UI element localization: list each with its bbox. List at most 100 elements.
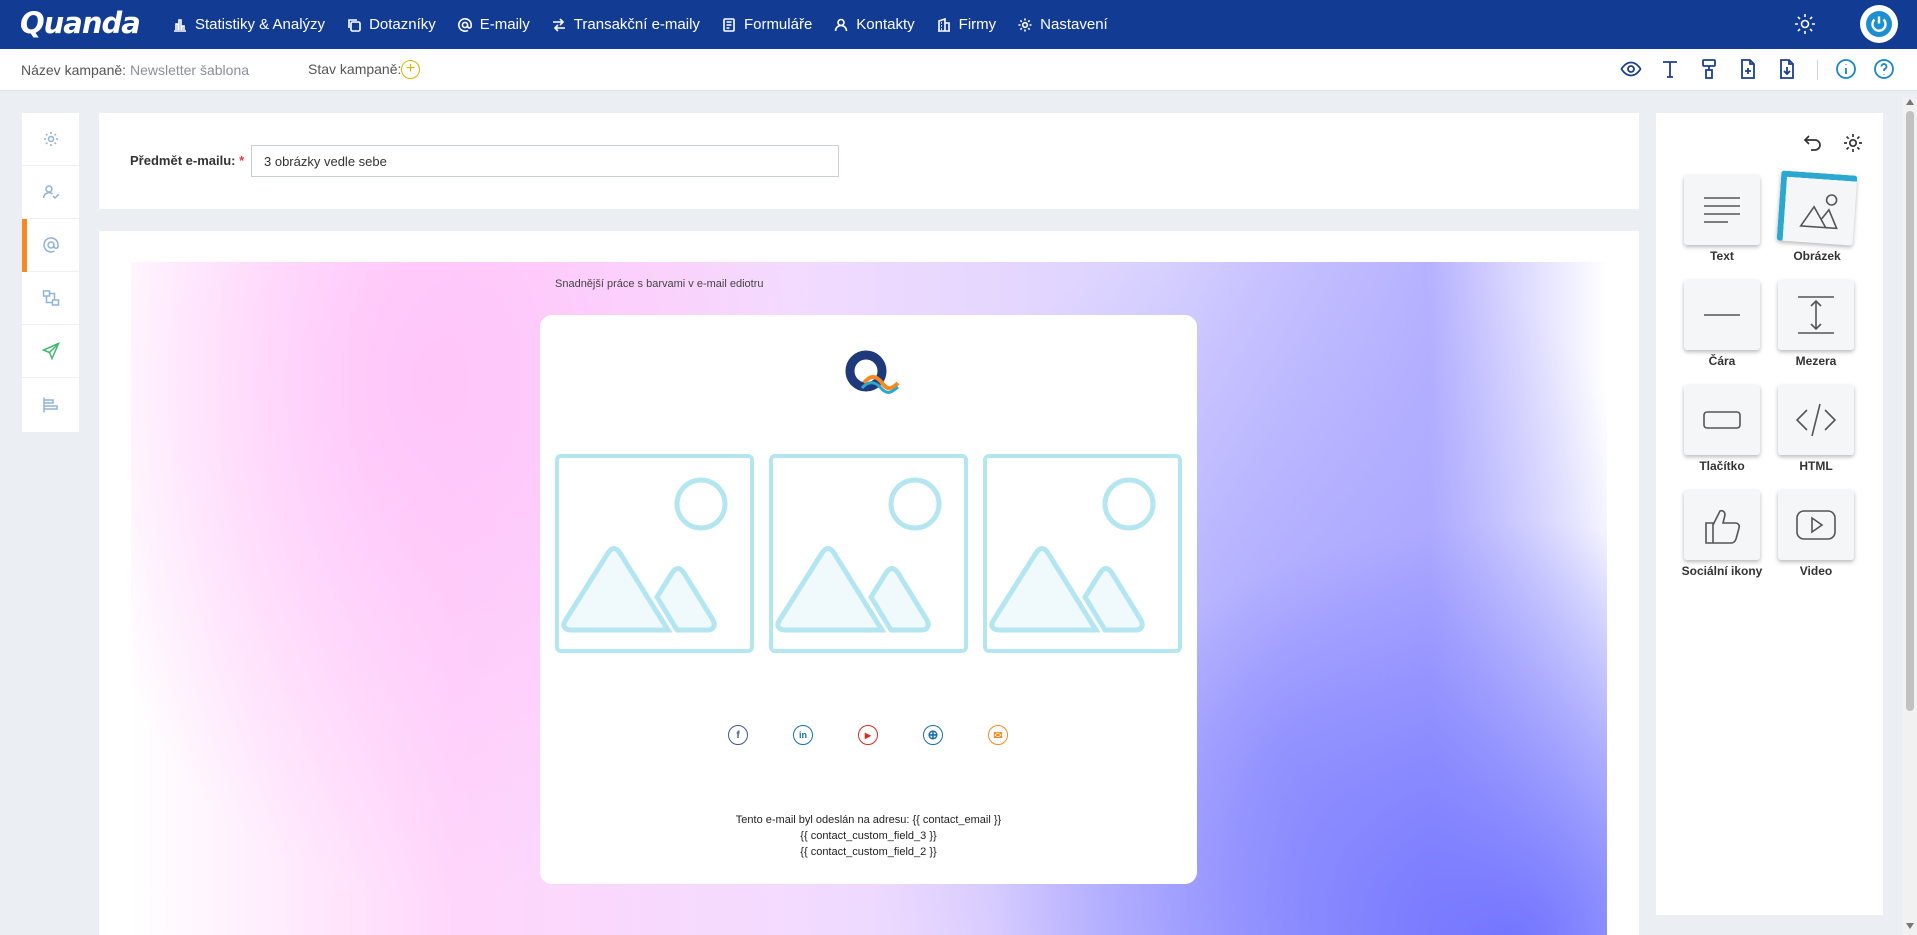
scroll-thumb[interactable] (1906, 111, 1914, 711)
nav-companies[interactable]: Firmy (936, 16, 996, 33)
footer-line[interactable]: {{ contact_custom_field_2 }} (540, 846, 1197, 858)
nav-label: Dotazníky (369, 16, 436, 33)
email-body[interactable]: f in ▶ ⊕ ✉ Tento e-mail byl odeslán na a… (540, 315, 1197, 884)
nav-label: E-maily (479, 16, 530, 33)
image-placeholder-2[interactable] (769, 454, 968, 653)
campaign-name[interactable]: Název kampaně: Newsletter šablona (21, 62, 249, 78)
image-placeholder-3[interactable] (983, 454, 1182, 653)
thumbs-up-icon (1705, 509, 1741, 544)
nav-settings[interactable]: Nastavení (1017, 16, 1108, 33)
required-mark: * (239, 153, 245, 168)
nav-surveys[interactable]: Dotazníky (346, 16, 436, 33)
nav-label: Nastavení (1040, 16, 1108, 33)
image-icon (775, 477, 942, 633)
block-html[interactable] (1778, 385, 1854, 455)
subject-input[interactable] (251, 145, 839, 177)
copy-icon (348, 18, 361, 32)
step-email-content[interactable] (22, 219, 79, 272)
step-recipients[interactable] (22, 166, 79, 219)
align-icon (42, 397, 58, 412)
campaign-name-label: Název kampaně: (21, 62, 127, 78)
toolbar-divider (1817, 60, 1818, 80)
text-lines-icon (1704, 197, 1740, 223)
nav-transactional-emails[interactable]: Transakční e-maily (551, 16, 700, 33)
block-image[interactable] (1776, 170, 1858, 246)
block-video[interactable] (1778, 490, 1854, 560)
block-spacer[interactable] (1778, 280, 1854, 350)
gear-icon (1795, 14, 1815, 34)
button-icon (1703, 411, 1741, 429)
block-label: Tlačítko (1699, 459, 1745, 473)
video-icon (1796, 510, 1836, 540)
panel-settings-button[interactable] (1842, 132, 1864, 154)
gear-icon (1018, 18, 1032, 31)
nav-emails[interactable]: E-maily (457, 16, 530, 33)
block-label: Video (1799, 564, 1833, 578)
help-icon (1874, 59, 1894, 79)
at-icon (42, 237, 59, 253)
mail-icon[interactable]: ✉ (988, 725, 1008, 745)
block-label: Čára (1708, 354, 1736, 368)
global-settings-button[interactable] (1793, 12, 1817, 36)
content-blocks-panel: Text Obrázek Čára Mezera Tlačítko HTML S… (1656, 113, 1883, 915)
building-icon (937, 17, 950, 32)
nav-label: Kontakty (856, 16, 915, 33)
scroll-up-arrow[interactable] (1906, 99, 1914, 105)
image-placeholder-1[interactable] (555, 454, 754, 653)
block-social-icons[interactable] (1684, 490, 1760, 560)
campaign-status-label: Stav kampaně: (308, 61, 402, 77)
logout-button[interactable] (1860, 5, 1898, 43)
block-label: HTML (1799, 459, 1833, 473)
style-button[interactable] (1698, 58, 1722, 82)
power-icon (1866, 11, 1892, 37)
email-canvas[interactable]: Snadnější práce s barvami v e-mail ediot… (131, 262, 1607, 935)
youtube-icon[interactable]: ▶ (858, 725, 878, 745)
page-scrollbar[interactable] (1903, 97, 1917, 935)
top-navigation: Quanda Statistiky & Analýzy Dotazníky E-… (0, 0, 1917, 49)
export-button[interactable] (1776, 58, 1800, 82)
linkedin-icon[interactable]: in (793, 725, 813, 745)
block-label: Mezera (1795, 354, 1837, 368)
typography-button[interactable] (1659, 58, 1683, 82)
file-download-icon (1780, 59, 1794, 79)
subject-panel: Předmět e-mailu: * (99, 113, 1639, 209)
footer-line[interactable]: {{ contact_custom_field_3 }} (540, 830, 1197, 842)
user-check-icon (42, 185, 60, 200)
image-icon (561, 477, 728, 633)
web-icon[interactable]: ⊕ (923, 725, 943, 745)
preview-button[interactable] (1620, 58, 1644, 82)
block-text[interactable] (1684, 175, 1760, 245)
gear-icon (1844, 134, 1862, 152)
step-report[interactable] (22, 378, 79, 431)
footer-line[interactable]: Tento e-mail byl odeslán na adresu: {{ c… (540, 814, 1197, 826)
step-send[interactable] (22, 325, 79, 378)
scroll-down-arrow[interactable] (1906, 923, 1914, 929)
transfer-icon (552, 17, 565, 32)
app-logo[interactable]: Quanda (20, 6, 141, 40)
step-workflow[interactable] (22, 272, 79, 325)
company-logo[interactable] (838, 349, 902, 397)
preheader-text[interactable]: Snadnější práce s barvami v e-mail ediot… (555, 278, 763, 290)
workflow-icon (42, 290, 59, 306)
info-button[interactable] (1835, 58, 1859, 82)
email-editor-panel: Snadnější práce s barvami v e-mail ediot… (99, 231, 1639, 935)
nav-forms[interactable]: Formuláře (721, 16, 812, 33)
block-line[interactable] (1684, 280, 1760, 350)
nav-statistics[interactable]: Statistiky & Analýzy (172, 16, 325, 33)
nav-label: Transakční e-maily (573, 16, 700, 33)
new-document-button[interactable] (1737, 58, 1761, 82)
block-label: Text (1710, 249, 1734, 263)
main-menu: Statistiky & Analýzy Dotazníky E-maily T… (172, 0, 1129, 49)
step-settings[interactable] (22, 113, 79, 166)
nav-contacts[interactable]: Kontakty (833, 16, 915, 33)
undo-button[interactable] (1802, 132, 1824, 154)
spacer-icon (1798, 296, 1834, 334)
subject-label: Předmět e-mailu: * (130, 153, 244, 168)
add-status-button[interactable]: + (401, 60, 420, 79)
text-icon (1663, 61, 1677, 78)
help-button[interactable] (1873, 58, 1897, 82)
facebook-icon[interactable]: f (728, 725, 748, 745)
block-label: Obrázek (1793, 249, 1841, 263)
user-icon (834, 18, 848, 31)
block-button[interactable] (1684, 385, 1760, 455)
